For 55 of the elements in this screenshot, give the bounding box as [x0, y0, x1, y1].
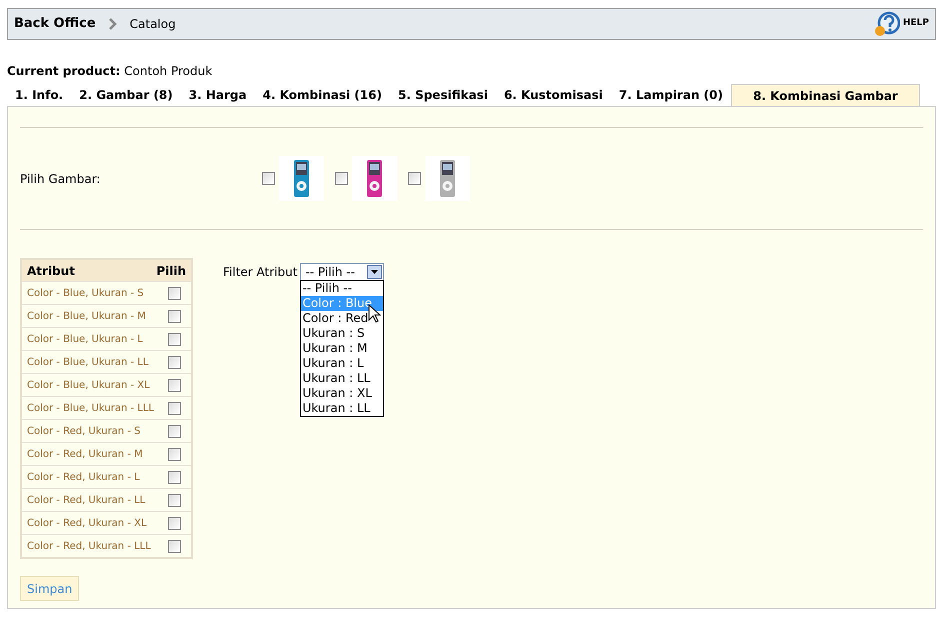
checkbox[interactable] [168, 332, 181, 346]
column-header: Atribut [27, 262, 76, 280]
table-cell-text: Color - Red, Ukuran - XL [27, 516, 148, 530]
dropdown-option[interactable]: Ukuran : M [301, 341, 384, 356]
table-cell-text: Color - Red, Ukuran - LLL [27, 540, 152, 554]
checkbox[interactable] [168, 540, 181, 552]
tab[interactable]: 6. Kustomisasi [496, 84, 611, 106]
tab[interactable]: 4. Kombinasi (16) [254, 84, 390, 106]
dropdown-option[interactable]: Color : Red [301, 311, 384, 326]
breadcrumb-item: Catalog [130, 16, 176, 33]
tab[interactable]: 3. Harga [180, 84, 255, 106]
tab[interactable]: 2. Gambar (8) [71, 84, 181, 106]
dropdown-option[interactable]: -- Pilih -- [301, 281, 384, 296]
dropdown-option[interactable]: Ukuran : LL [301, 371, 384, 386]
current-product-name: Contoh Produk [124, 64, 212, 78]
field-label: Pilih Gambar: [20, 170, 102, 188]
dropdown-option[interactable]: Ukuran : L [301, 356, 384, 371]
filter-select[interactable]: -- Pilih -- [300, 263, 384, 281]
checkbox[interactable] [168, 516, 181, 530]
checkbox[interactable] [168, 356, 181, 368]
table-cell-text: Color - Blue, Ukuran - S [27, 286, 145, 300]
dropdown-option[interactable]: Ukuran : XL [301, 386, 384, 401]
table-cell-text: Color - Red, Ukuran - L [27, 470, 141, 484]
tab[interactable]: 8. Kombinasi Gambar [730, 84, 920, 106]
table-cell-text: Color - Red, Ukuran - S [27, 424, 142, 438]
checkbox[interactable] [262, 172, 275, 185]
checkbox[interactable] [168, 286, 181, 300]
checkbox[interactable] [168, 378, 181, 392]
breadcrumb-item[interactable]: Back Office [14, 14, 96, 34]
checkbox[interactable] [408, 172, 421, 185]
tab[interactable]: 7. Lampiran (0) [610, 84, 731, 106]
checkbox[interactable] [168, 310, 181, 322]
chevron-icon [108, 18, 118, 30]
checkbox[interactable] [168, 402, 181, 414]
tab[interactable]: 1. Info. [7, 84, 72, 106]
table-cell-text: Color - Blue, Ukuran - L [27, 332, 144, 346]
checkbox[interactable] [168, 424, 181, 438]
table-cell-text: Color - Blue, Ukuran - LL [27, 356, 150, 370]
help-link[interactable]: HELP [902, 17, 929, 31]
column-header: Pilih [156, 262, 186, 280]
current-product-label: Current product: [7, 64, 120, 78]
table-cell-text: Color - Blue, Ukuran - M [27, 310, 147, 324]
help-icon[interactable] [874, 11, 900, 37]
checkbox[interactable] [335, 172, 348, 185]
table-cell-text: Color - Red, Ukuran - M [27, 448, 144, 462]
table-cell-text: Color - Red, Ukuran - LL [27, 494, 146, 508]
checkbox[interactable] [168, 494, 181, 506]
checkbox[interactable] [168, 448, 181, 460]
table-cell-text: Color - Blue, Ukuran - XL [27, 378, 151, 392]
dropdown-option[interactable]: Ukuran : LL [301, 401, 384, 416]
dropdown-option[interactable]: Ukuran : S [301, 326, 384, 341]
filter-label: Filter Atribut [223, 264, 298, 281]
tab[interactable]: 5. Spesifikasi [390, 84, 496, 106]
checkbox[interactable] [168, 470, 181, 484]
table-cell-text: Color - Blue, Ukuran - LLL [27, 402, 155, 416]
